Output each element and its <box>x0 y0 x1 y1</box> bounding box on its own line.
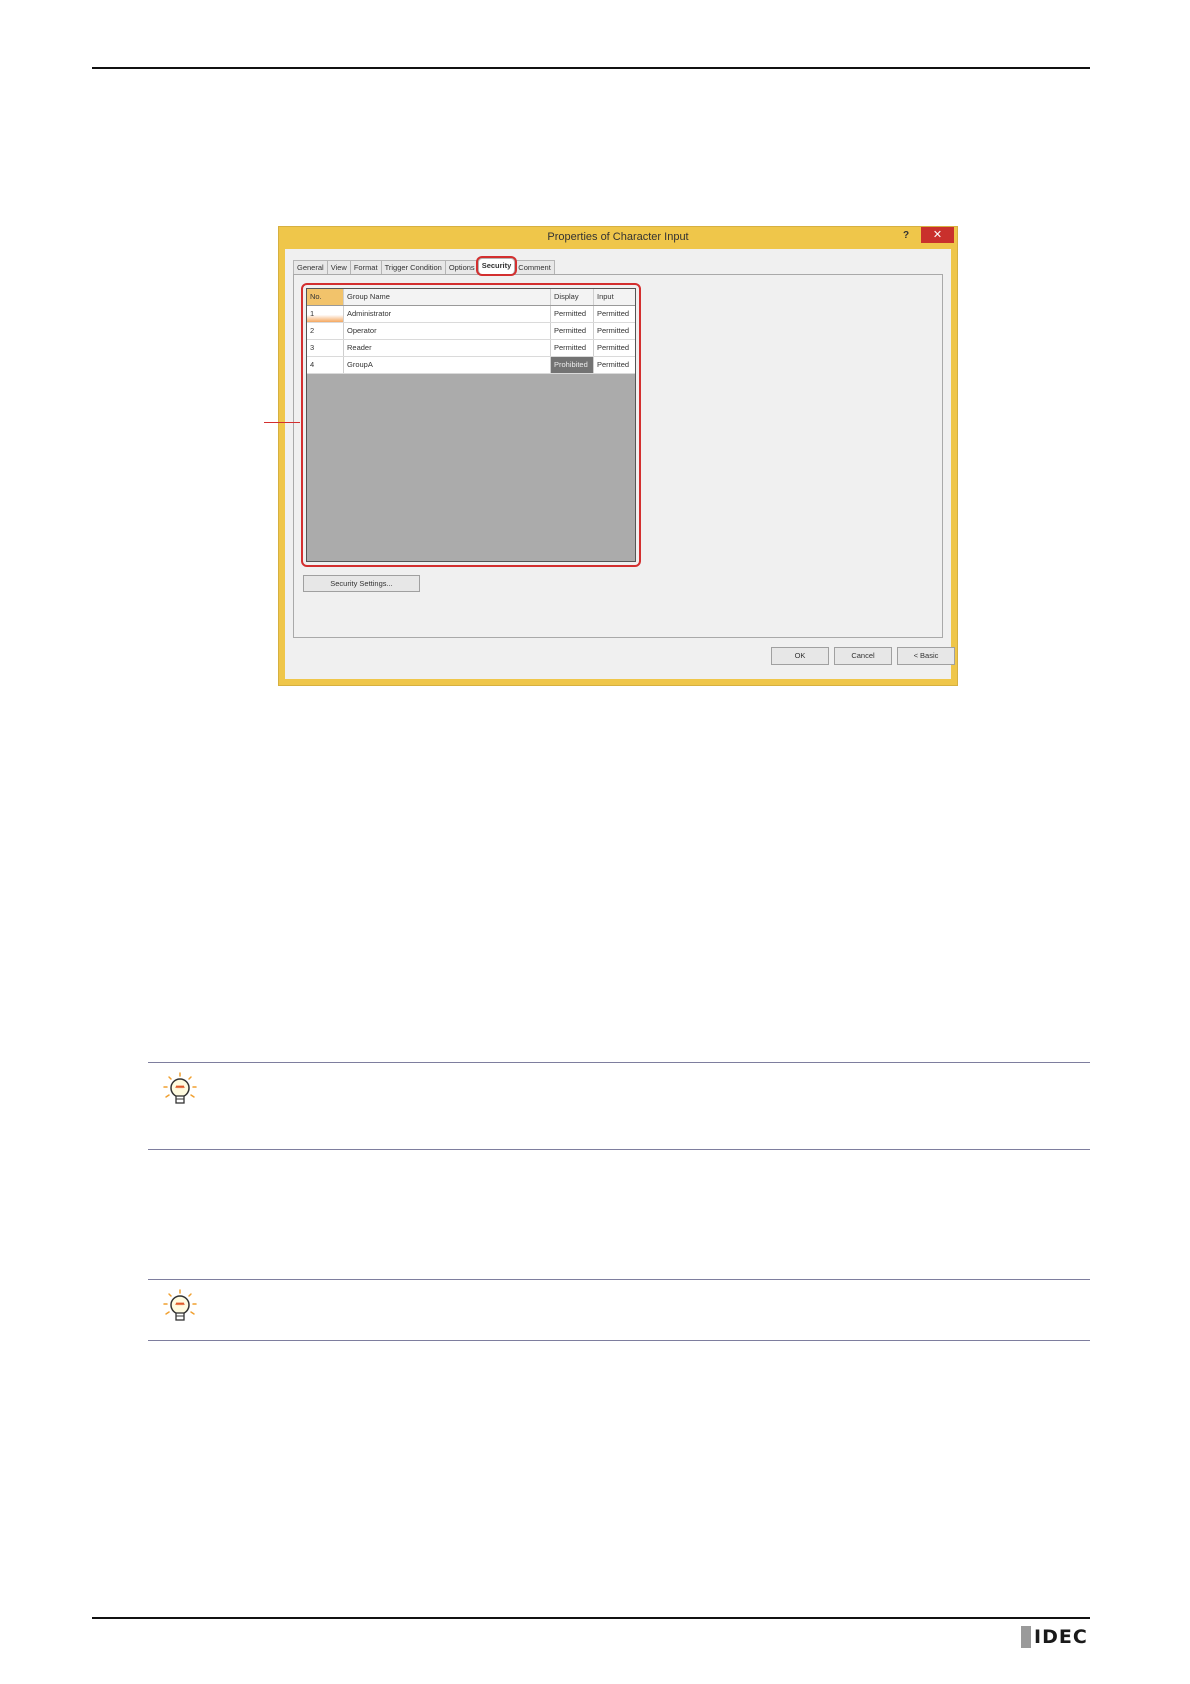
logo-text: IDEC <box>1034 1626 1088 1648</box>
column-header-no[interactable]: No. <box>307 289 344 305</box>
row-no: 2 <box>307 323 344 339</box>
tab-view[interactable]: View <box>326 260 351 274</box>
row-group-name: Administrator <box>344 306 551 322</box>
column-header-input[interactable]: Input <box>594 289 635 305</box>
dialog-title: Properties of Character Input <box>547 231 689 243</box>
table-row[interactable]: 3 Reader Permitted Permitted <box>307 340 635 357</box>
cancel-button[interactable]: Cancel <box>834 647 892 665</box>
security-settings-button[interactable]: Security Settings... <box>303 575 420 592</box>
row-group-name: Operator <box>344 323 551 339</box>
callout-line <box>264 422 300 423</box>
tab-strip: General View Format Trigger Condition Op… <box>293 258 555 274</box>
idec-logo: IDEC <box>1021 1625 1088 1649</box>
row-input[interactable]: Permitted <box>594 357 635 373</box>
tab-format[interactable]: Format <box>349 260 382 274</box>
row-no: 4 <box>307 357 344 373</box>
row-input[interactable]: Permitted <box>594 306 635 322</box>
tip-box <box>148 1279 1090 1341</box>
security-group-grid[interactable]: No. Group Name Display Input 1 Administr… <box>306 288 636 562</box>
ok-button[interactable]: OK <box>771 647 829 665</box>
tab-general[interactable]: General <box>293 260 328 274</box>
row-input[interactable]: Permitted <box>594 323 635 339</box>
row-input[interactable]: Permitted <box>594 340 635 356</box>
row-display[interactable]: Permitted <box>551 306 594 322</box>
properties-dialog: Properties of Character Input ? ✕ Genera… <box>278 226 958 686</box>
row-display[interactable]: Permitted <box>551 340 594 356</box>
table-row[interactable]: 4 GroupA Prohibited Permitted <box>307 357 635 374</box>
close-button[interactable]: ✕ <box>921 227 954 243</box>
dialog-client-area: General View Format Trigger Condition Op… <box>285 249 955 679</box>
tab-options[interactable]: Options <box>444 260 479 274</box>
security-tab-panel: No. Group Name Display Input 1 Administr… <box>293 274 943 638</box>
tip-box <box>148 1062 1090 1150</box>
row-display[interactable]: Prohibited <box>551 357 594 373</box>
row-group-name: Reader <box>344 340 551 356</box>
row-no: 1 <box>307 306 344 322</box>
tab-trigger-condition[interactable]: Trigger Condition <box>380 260 446 274</box>
basic-button[interactable]: < Basic <box>897 647 955 665</box>
table-row[interactable]: 2 Operator Permitted Permitted <box>307 323 635 340</box>
row-no: 3 <box>307 340 344 356</box>
grid-header-row: No. Group Name Display Input <box>307 289 635 306</box>
row-group-name: GroupA <box>344 357 551 373</box>
grid-highlight: No. Group Name Display Input 1 Administr… <box>301 283 641 567</box>
header-rule <box>92 67 1090 69</box>
title-bar[interactable]: Properties of Character Input ? ✕ <box>279 227 957 249</box>
column-header-display[interactable]: Display <box>551 289 594 305</box>
tab-comment[interactable]: Comment <box>514 260 555 274</box>
lightbulb-tip-icon <box>163 1072 197 1104</box>
column-header-group-name[interactable]: Group Name <box>344 289 551 305</box>
logo-mark <box>1021 1626 1031 1648</box>
footer-rule <box>92 1617 1090 1619</box>
row-display[interactable]: Permitted <box>551 323 594 339</box>
help-button[interactable]: ? <box>893 227 919 245</box>
lightbulb-tip-icon <box>163 1289 197 1321</box>
tab-security[interactable]: Security <box>477 258 516 274</box>
table-row[interactable]: 1 Administrator Permitted Permitted <box>307 306 635 323</box>
